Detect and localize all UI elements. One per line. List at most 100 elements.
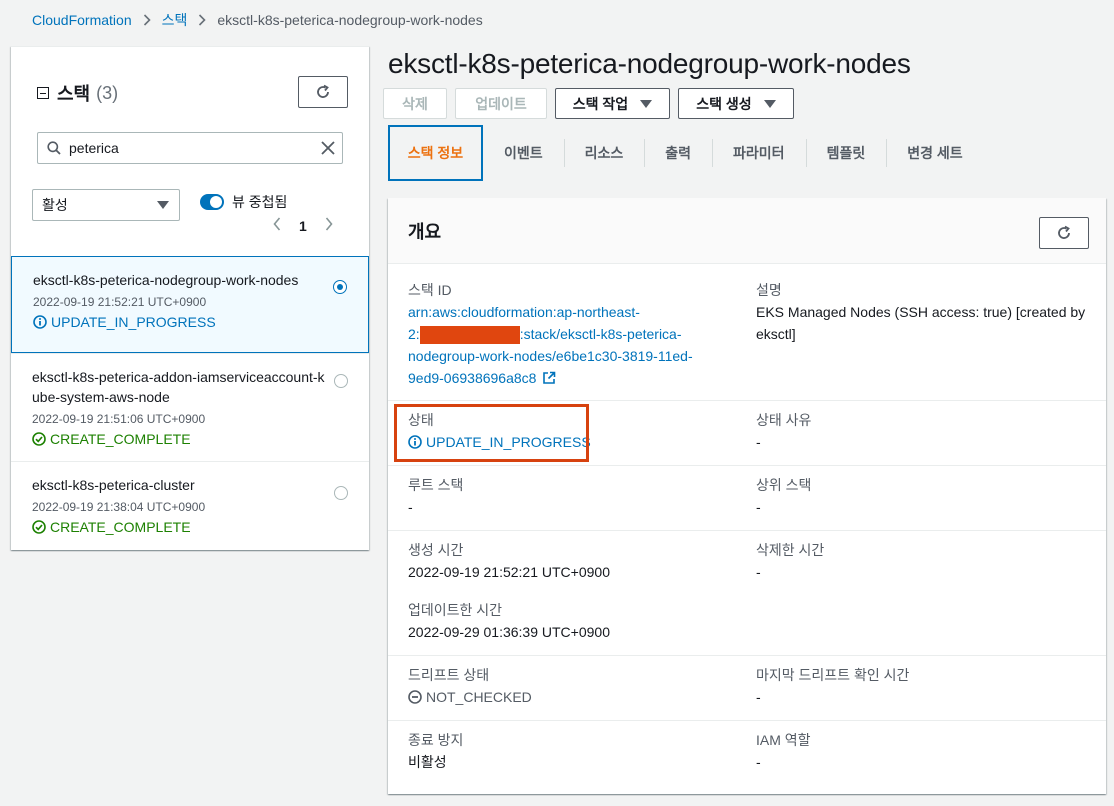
tab-change-sets[interactable]: 변경 세트 xyxy=(886,125,983,181)
stack-id-line[interactable]: 2: xyxy=(408,326,420,342)
stack-radio[interactable] xyxy=(334,374,348,388)
tab-parameters[interactable]: 파라미터 xyxy=(712,125,806,181)
chevron-left-icon[interactable] xyxy=(273,217,281,234)
breadcrumb-cloudformation[interactable]: CloudFormation xyxy=(32,12,132,28)
stack-radio-selected[interactable] xyxy=(333,280,347,294)
status-reason-label: 상태 사유 xyxy=(756,412,812,428)
tab-outputs[interactable]: 출력 xyxy=(644,125,712,181)
created-time-label: 생성 시간 xyxy=(408,542,464,558)
action-bar: 삭제 업데이트 스택 작업 스택 생성 xyxy=(383,88,802,119)
deleted-time-field: 삭제한 시간 - xyxy=(756,539,824,583)
stack-status-text: CREATE_COMPLETE xyxy=(50,431,191,447)
parent-stack-value: - xyxy=(756,499,761,515)
stack-id-line[interactable]: 9ed9-06938696a8c8 xyxy=(408,367,536,389)
stack-status: CREATE_COMPLETE xyxy=(32,431,329,447)
status-reason-field: 상태 사유 - xyxy=(756,409,811,453)
caret-down-icon xyxy=(763,99,776,108)
tab-bar: 스택 정보 이벤트 리소스 출력 파라미터 템플릿 변경 세트 xyxy=(388,125,984,181)
chevron-right-icon[interactable] xyxy=(325,217,333,234)
nested-view-toggle[interactable]: 뷰 중첩됨 xyxy=(200,192,287,212)
stack-name[interactable]: eksctl-k8s-peterica-nodegroup-work-nodes xyxy=(33,270,328,290)
created-time-value: 2022-09-19 21:52:21 UTC+0900 xyxy=(408,564,610,580)
refresh-overview-button[interactable] xyxy=(1039,217,1089,249)
caret-down-icon xyxy=(640,99,653,108)
status-filter-value: 활성 xyxy=(42,197,68,213)
stack-status: UPDATE_IN_PROGRESS xyxy=(33,314,328,330)
stack-list-item[interactable]: eksctl-k8s-peterica-cluster 2022-09-19 2… xyxy=(11,461,369,549)
refresh-stacks-button[interactable] xyxy=(298,76,348,108)
minus-circle-icon xyxy=(408,690,422,704)
toggle-switch[interactable] xyxy=(200,194,224,210)
parent-stack-field: 상위 스택 - xyxy=(756,474,811,518)
breadcrumb: CloudFormation 스택 eksctl-k8s-peterica-no… xyxy=(32,11,483,29)
tab-stack-info[interactable]: 스택 정보 xyxy=(388,125,483,181)
drift-status-label: 드리프트 상태 xyxy=(408,667,490,683)
iam-role-field: IAM 역할 - xyxy=(756,729,811,773)
breadcrumb-stacks[interactable]: 스택 xyxy=(162,10,188,30)
check-circle-icon xyxy=(32,432,46,446)
last-drift-field: 마지막 드리프트 확인 시간 - xyxy=(756,664,909,708)
stack-id-line[interactable]: nodegroup-work-nodes/e6be1c30-3819-11ed- xyxy=(408,345,728,367)
toggle-label: 뷰 중첩됨 xyxy=(232,194,288,210)
search-icon xyxy=(47,141,61,155)
collapse-icon[interactable] xyxy=(37,87,49,99)
updated-time-value: 2022-09-29 01:36:39 UTC+0900 xyxy=(408,624,610,640)
termination-protection-field: 종료 방지 비활성 xyxy=(408,729,463,773)
stack-id-link[interactable]: arn:aws:cloudformation:ap-northeast- 2::… xyxy=(408,301,728,389)
pagination: 1 xyxy=(273,217,333,234)
stack-id-line[interactable]: arn:aws:cloudformation:ap-northeast- xyxy=(408,301,728,323)
overview-row-times: 생성 시간 2022-09-19 21:52:21 UTC+0900 업데이트한… xyxy=(388,530,1106,655)
root-stack-field: 루트 스택 - xyxy=(408,474,463,518)
page-number[interactable]: 1 xyxy=(299,218,307,234)
stack-list-item[interactable]: eksctl-k8s-peterica-addon-iamserviceacco… xyxy=(11,353,369,461)
chevron-right-icon xyxy=(198,14,207,26)
status-filter-select[interactable]: 활성 xyxy=(32,189,180,221)
stack-radio[interactable] xyxy=(334,486,348,500)
stack-actions-button[interactable]: 스택 작업 xyxy=(555,88,670,119)
root-stack-value: - xyxy=(408,499,413,515)
stack-id-field: 스택 ID arn:aws:cloudformation:ap-northeas… xyxy=(408,279,728,389)
status-reason-value: - xyxy=(756,434,761,450)
last-drift-value: - xyxy=(756,689,761,705)
clear-search-icon[interactable] xyxy=(320,140,336,156)
tab-resources[interactable]: 리소스 xyxy=(563,125,645,181)
stack-created-time: 2022-09-19 21:52:21 UTC+0900 xyxy=(33,295,207,309)
overview-row-protection: 종료 방지 비활성 IAM 역할 - xyxy=(388,720,1106,790)
description-value: EKS Managed Nodes (SSH access: true) [cr… xyxy=(756,304,1086,342)
stack-actions-label: 스택 작업 xyxy=(572,95,629,112)
overview-header: 개요 xyxy=(388,198,1106,264)
stack-name[interactable]: eksctl-k8s-peterica-cluster xyxy=(32,475,329,495)
breadcrumb-current: eksctl-k8s-peterica-nodegroup-work-nodes xyxy=(217,12,483,28)
caret-down-icon xyxy=(157,201,169,209)
delete-button[interactable]: 삭제 xyxy=(383,88,447,119)
stack-status-text: CREATE_COMPLETE xyxy=(50,519,191,535)
description-field: 설명 EKS Managed Nodes (SSH access: true) … xyxy=(756,279,1096,345)
stack-id-line[interactable]: :stack/eksctl-k8s-peterica- xyxy=(520,326,682,342)
stack-name[interactable]: eksctl-k8s-peterica-addon-iamserviceacco… xyxy=(32,367,329,407)
refresh-icon xyxy=(317,84,329,98)
stack-status: CREATE_COMPLETE xyxy=(32,519,329,535)
check-circle-icon xyxy=(32,520,46,534)
stack-list-title[interactable]: 스택 (3) xyxy=(37,80,118,106)
root-stack-label: 루트 스택 xyxy=(408,477,464,493)
create-stack-button[interactable]: 스택 생성 xyxy=(678,88,794,119)
tab-events[interactable]: 이벤트 xyxy=(483,125,564,181)
last-drift-label: 마지막 드리프트 확인 시간 xyxy=(756,667,910,683)
iam-role-label: IAM 역할 xyxy=(756,732,811,748)
chevron-right-icon xyxy=(143,14,151,26)
drift-status-field: 드리프트 상태 NOT_CHECKED xyxy=(408,664,532,708)
tab-template[interactable]: 템플릿 xyxy=(805,125,887,181)
deleted-time-value: - xyxy=(756,564,761,580)
drift-status-value: NOT_CHECKED xyxy=(408,686,532,708)
page-title: eksctl-k8s-peterica-nodegroup-work-nodes xyxy=(388,48,911,79)
stack-id-label: 스택 ID xyxy=(408,282,452,298)
external-link-icon[interactable] xyxy=(542,371,556,385)
stack-search-field[interactable] xyxy=(37,132,343,164)
termination-protection-label: 종료 방지 xyxy=(408,732,464,748)
update-button[interactable]: 업데이트 xyxy=(455,88,547,119)
stack-count: (3) xyxy=(96,82,119,103)
updated-time-field: 업데이트한 시간 2022-09-29 01:36:39 UTC+0900 xyxy=(408,599,610,643)
search-input[interactable] xyxy=(69,140,320,156)
redacted-account-id xyxy=(419,326,520,345)
stack-list-item[interactable]: eksctl-k8s-peterica-nodegroup-work-nodes… xyxy=(11,256,369,353)
